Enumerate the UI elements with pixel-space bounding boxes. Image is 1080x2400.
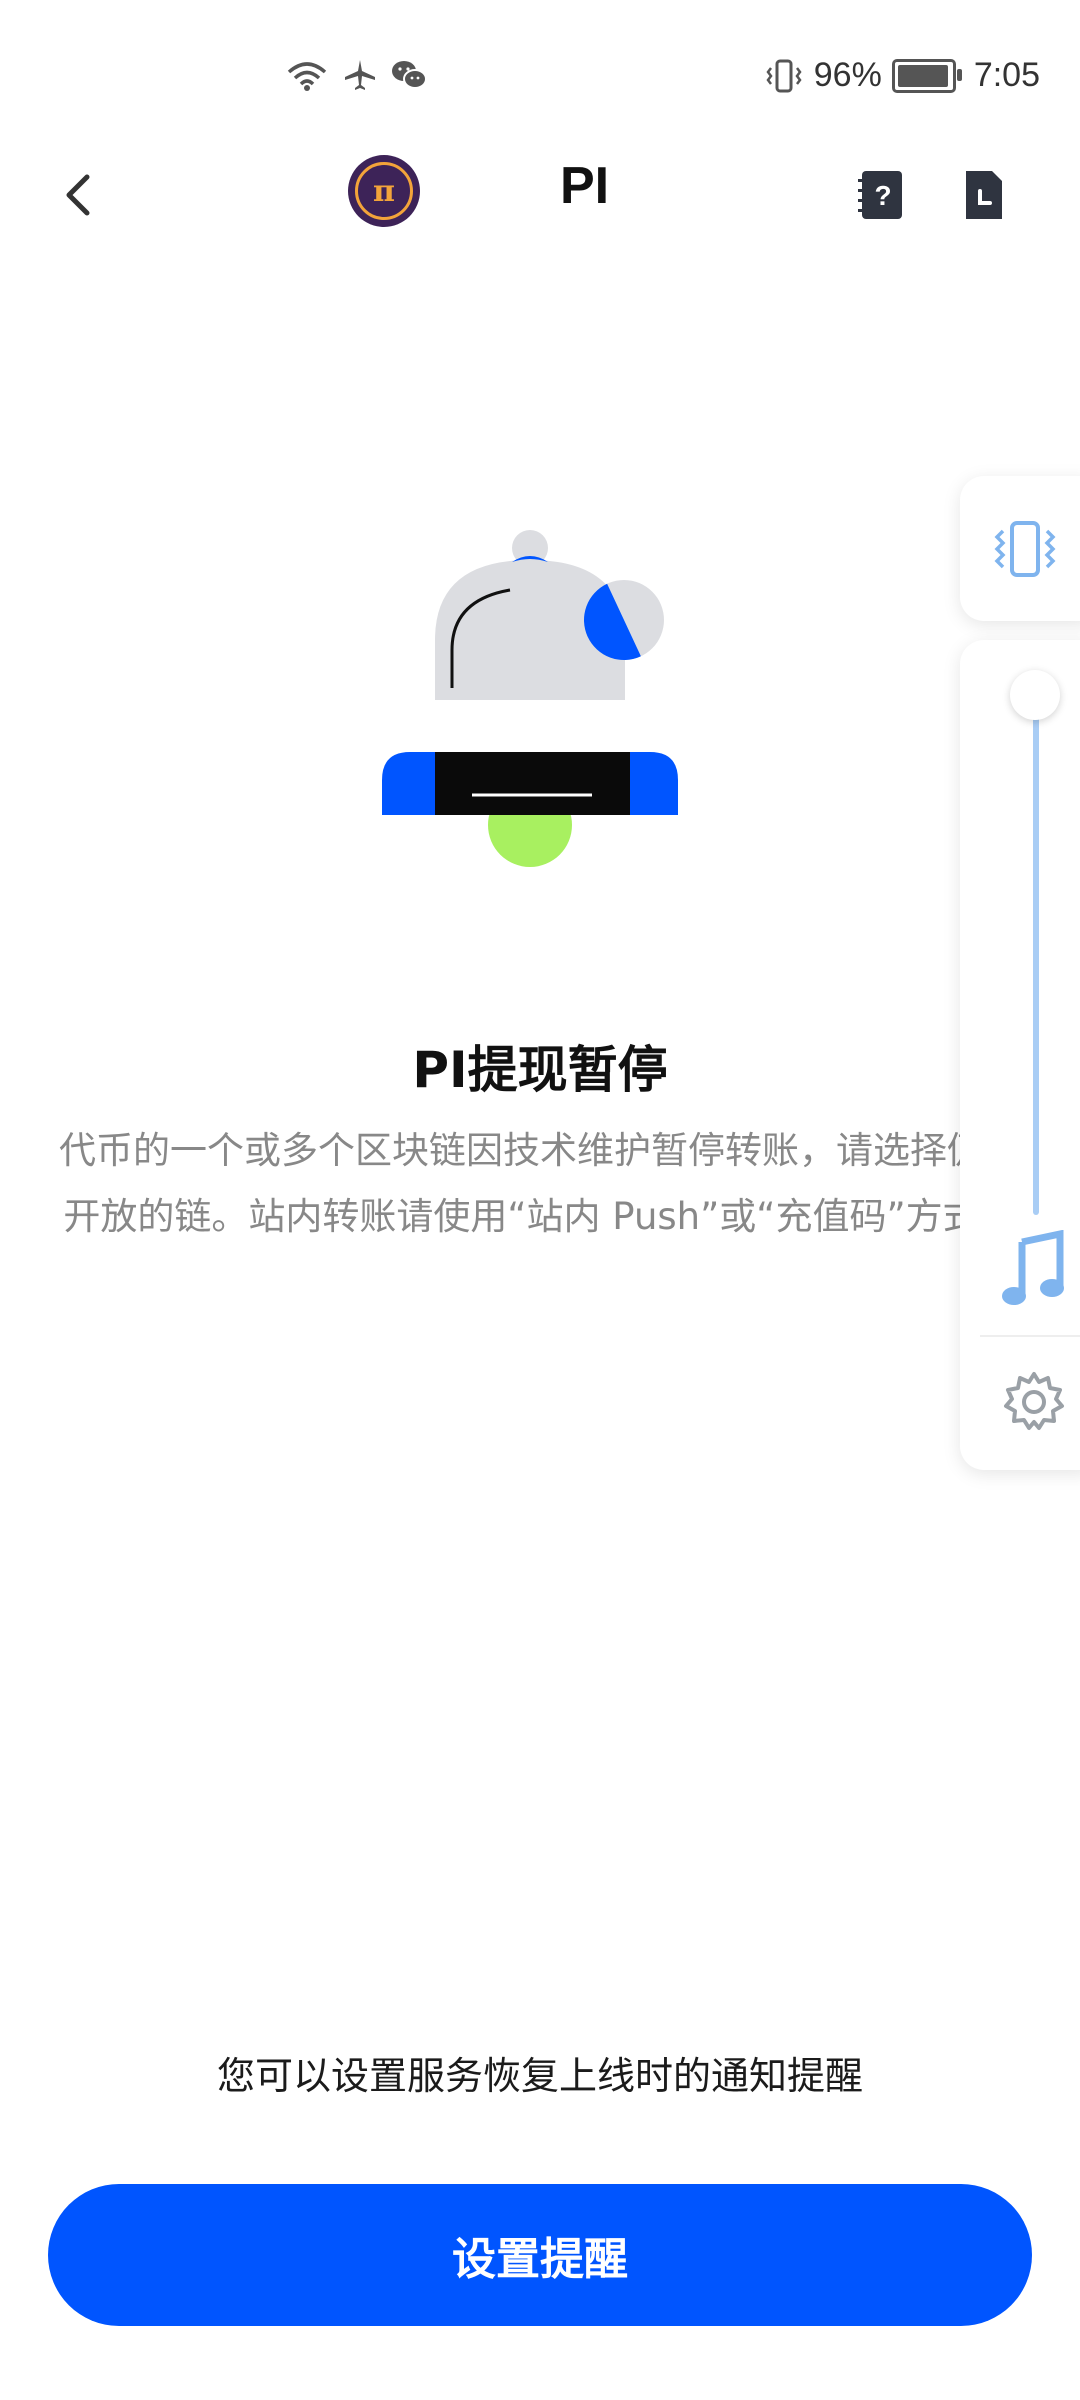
notification-hint: 您可以设置服务恢复上线时的通知提醒 [216,2054,863,2098]
status-right: 96% 7:05 [764,56,1040,95]
svg-text:?: ? [874,180,891,211]
history-document-icon [966,171,1002,219]
volume-slider-knob[interactable] [1010,670,1060,720]
panel-divider [980,1335,1080,1337]
back-button[interactable] [48,165,108,225]
battery-fill [897,64,948,87]
settings-gear-icon[interactable] [1002,1370,1066,1434]
help-document-icon: ? [858,171,902,219]
top-nav-bar: π PI ? [0,140,1080,250]
page-title: PI [560,157,610,215]
airplane-icon [345,60,375,90]
wechat-icon [392,61,427,89]
vibrate-icon [766,59,802,92]
back-icon [66,174,90,216]
help-document-button[interactable]: ? [852,165,912,225]
wifi-icon [287,62,327,91]
page-heading: PI提现暂停 [412,1041,668,1099]
music-icon[interactable] [998,1230,1068,1310]
pi-logo-icon: π [348,155,420,227]
bell-illustration [380,530,700,890]
status-left-icons [285,58,427,92]
vibrate-mode-button[interactable] [960,476,1080,621]
volume-slider-track[interactable] [1033,700,1039,1215]
history-button[interactable] [952,165,1012,225]
description-text: 代币的一个或多个区块链因技术维护暂停转账，请选择仍然开放的链。站内转账请使用“站… [59,1129,1021,1238]
volume-panel [960,640,1080,1470]
status-bar: 96% 7:05 [0,0,1080,150]
vibrate-mode-icon [994,520,1056,577]
battery-icon [891,58,962,93]
clock-time: 7:05 [973,56,1040,94]
set-reminder-button[interactable]: 设置提醒 [48,2184,1032,2326]
battery-percent: 96% [813,56,882,94]
